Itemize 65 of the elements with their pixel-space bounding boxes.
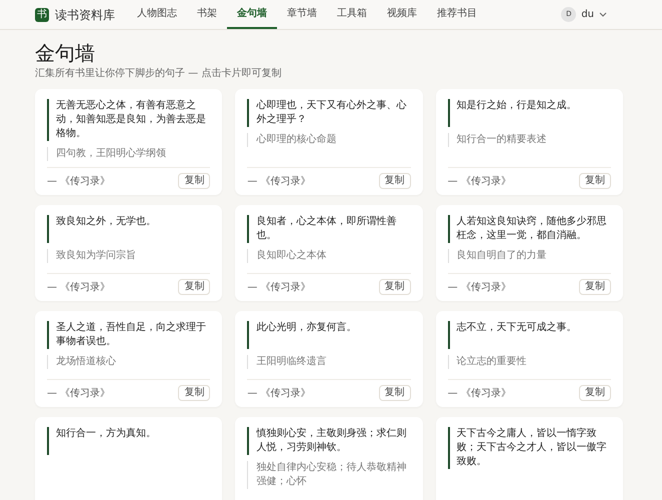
source-text: — 《传习录》 [247, 386, 311, 400]
nav-tab[interactable]: 章节墙 [277, 0, 327, 29]
chevron-down-icon[interactable] [599, 12, 607, 17]
copy-button[interactable]: 复制 [578, 173, 611, 189]
quote-card[interactable]: 心即理也，天下又有心外之事、心外之理乎？ 心即理的核心命题 — 《传习录》 复制 [235, 89, 423, 195]
quote-card[interactable]: 无善无恶心之体，有善有恶意之动，知善知恶是良知，为善去恶是格物。 四句教，王阳明心学纲领 — 《传习录》 复制 [35, 89, 222, 195]
quote-note: 心即理的核心命题 [247, 133, 411, 147]
source-text: — 《传习录》 [47, 386, 110, 400]
quote-text: 慎独则心安，主敬则身强；求仁则人悦，习劳则神钦。 [247, 427, 411, 455]
quote-card[interactable]: 良知者，心之本体，即所谓性善也。 良知即心之本体 — 《传习录》 复制 [235, 205, 423, 301]
nav-tab[interactable]: 人物图志 [127, 0, 187, 29]
copy-button[interactable]: 复制 [178, 385, 210, 401]
quote-text: 此心光明，亦复何言。 [247, 321, 411, 349]
copy-button[interactable]: 复制 [378, 279, 411, 295]
quote-card[interactable]: 此心光明，亦复何言。 王阳明临终遗言 — 《传习录》 复制 [235, 311, 423, 407]
quote-note: 良知自明自了的力量 [448, 249, 611, 263]
quote-text: 人若知这良知诀窍，随他多少邪思枉念，这里一觉，都自消融。 [448, 215, 611, 243]
nav-tab[interactable]: 推荐书目 [427, 0, 487, 29]
copy-button[interactable]: 复制 [178, 173, 210, 189]
quote-note: 龙场悟道核心 [47, 355, 210, 369]
quote-text: 心即理也，天下又有心外之事、心外之理乎？ [247, 99, 411, 127]
quote-card[interactable]: 天下古今之庸人，皆以一惰字致败；天下古今之才人，皆以一傲字致败。 [436, 417, 623, 500]
logo-icon[interactable]: 书 [35, 8, 49, 22]
quote-text: 无善无恶心之体，有善有恶意之动，知善知恶是良知，为善去恶是格物。 [47, 99, 210, 141]
quote-text: 致良知之外，无学也。 [47, 215, 210, 243]
source-text: — 《传习录》 [247, 174, 311, 188]
source-text: — 《传习录》 [448, 174, 511, 188]
source-text: — 《传习录》 [47, 280, 110, 294]
quote-text: 良知者，心之本体，即所谓性善也。 [247, 215, 411, 243]
nav-tab[interactable]: 书架 [187, 0, 227, 29]
source-text: — 《传习录》 [47, 174, 110, 188]
quote-note: 四句教，王阳明心学纲领 [47, 147, 210, 161]
nav-tab[interactable]: 金句墙 [227, 0, 277, 29]
quote-card[interactable]: 人若知这良知诀窍，随他多少邪思枉念，这里一觉，都自消融。 良知自明自了的力量 — 《传习录》 复制 [436, 205, 623, 301]
quote-text: 圣人之道，吾性自足，向之求理于事物者误也。 [47, 321, 210, 349]
quote-text: 天下古今之庸人，皆以一惰字致败；天下古今之才人，皆以一傲字致败。 [448, 427, 611, 469]
source-text: — 《传习录》 [448, 386, 511, 400]
copy-button[interactable]: 复制 [378, 385, 411, 401]
copy-button[interactable]: 复制 [378, 173, 411, 189]
page-subtitle: 汇集所有书里让你停下脚步的句子 — 点击卡片即可复制 [35, 67, 282, 81]
quote-note: 论立志的重要性 [448, 355, 611, 369]
nav-tab[interactable]: 视频库 [377, 0, 427, 29]
quote-card[interactable]: 志不立，天下无可成之事。 论立志的重要性 — 《传习录》 复制 [436, 311, 623, 407]
quote-text: 志不立，天下无可成之事。 [448, 321, 611, 349]
site-name[interactable]: 读书资料库 [55, 6, 115, 24]
quote-note: 王阳明临终遗言 [247, 355, 411, 369]
nav-tab[interactable]: 工具箱 [327, 0, 377, 29]
quote-text: 知行合一，方为真知。 [47, 427, 210, 455]
user-name[interactable]: du [581, 7, 594, 22]
quote-note: 独处自律内心安稳；待人恭敬精神强健；心怀 [247, 461, 411, 489]
quote-note: 良知即心之本体 [247, 249, 411, 263]
copy-button[interactable]: 复制 [578, 385, 611, 401]
copy-button[interactable]: 复制 [578, 279, 611, 295]
copy-button[interactable]: 复制 [178, 279, 210, 295]
source-text: — 《传习录》 [448, 280, 511, 294]
quote-note: 致良知为学问宗旨 [47, 249, 210, 263]
quote-card[interactable]: 知是行之始，行是知之成。 知行合一的精要表述 — 《传习录》 复制 [436, 89, 623, 195]
source-text: — 《传习录》 [247, 280, 311, 294]
quote-card[interactable]: 知行合一，方为真知。 [35, 417, 222, 500]
quote-card[interactable]: 圣人之道，吾性自足，向之求理于事物者误也。 龙场悟道核心 — 《传习录》 复制 [35, 311, 222, 407]
quote-card[interactable]: 致良知之外，无学也。 致良知为学问宗旨 — 《传习录》 复制 [35, 205, 222, 301]
quote-text: 知是行之始，行是知之成。 [448, 99, 611, 127]
quote-card[interactable]: 慎独则心安，主敬则身强；求仁则人悦，习劳则神钦。 独处自律内心安稳；待人恭敬精神强健；心怀 [235, 417, 423, 500]
quote-note: 知行合一的精要表述 [448, 133, 611, 147]
page-title: 金句墙 [35, 40, 96, 66]
